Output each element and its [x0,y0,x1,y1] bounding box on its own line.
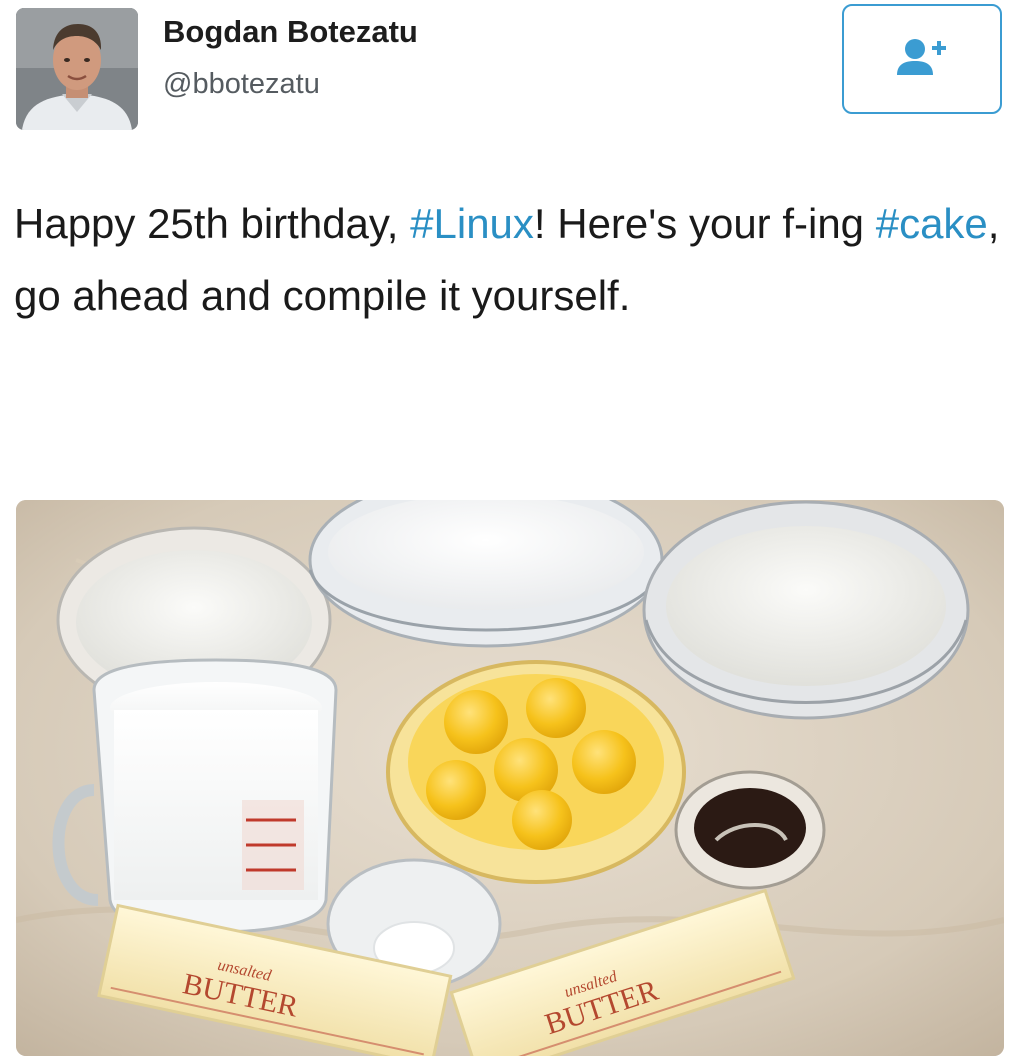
user-handle[interactable]: @bbotezatu [163,64,418,104]
avatar[interactable] [16,8,138,130]
user-block: Bogdan Botezatu @bbotezatu [163,10,418,104]
follow-button[interactable] [842,4,1002,114]
add-user-icon [897,39,946,75]
tweet-text: Happy 25th birthday, #Linux! Here's your… [14,188,1004,332]
tweet-text-segment: ! Here's your f-ing [533,200,876,247]
avatar-image [16,8,138,130]
display-name[interactable]: Bogdan Botezatu [163,10,418,54]
hashtag-linux[interactable]: #Linux [410,200,534,247]
hashtag-cake[interactable]: #cake [876,200,988,247]
tweet-header: Bogdan Botezatu @bbotezatu [0,0,1020,150]
tweet-card: Bogdan Botezatu @bbotezatu Happy 25th bi… [0,0,1020,1060]
baking-ingredients-photo: unsalted BUTTER unsalted BUTTER [16,500,1004,1056]
tweet-text-segment: Happy 25th birthday, [14,200,411,247]
tweet-media-photo[interactable]: unsalted BUTTER unsalted BUTTER [16,500,1004,1056]
